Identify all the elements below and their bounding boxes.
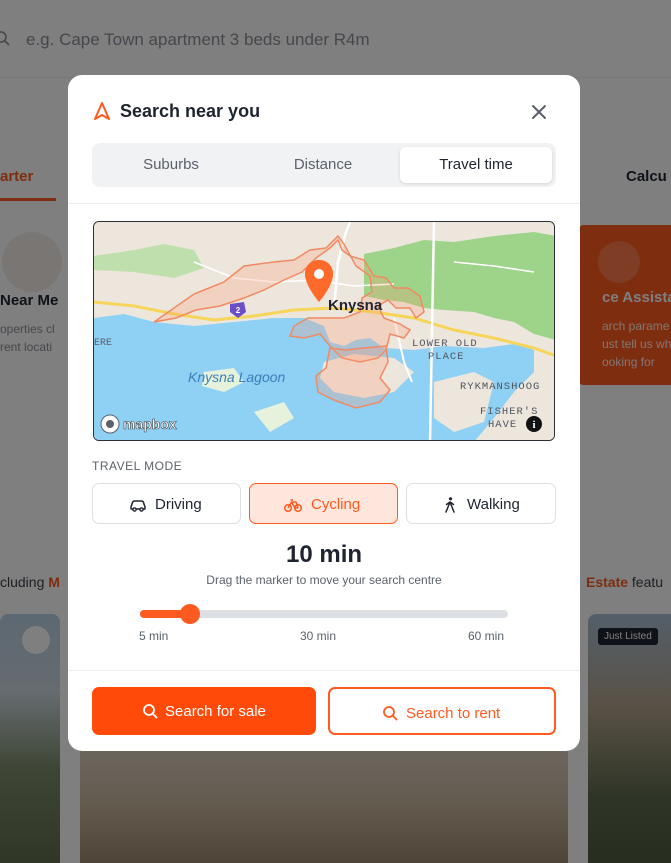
travel-mode-driving[interactable]: Driving xyxy=(92,483,241,524)
map-label-fragment: ERE xyxy=(94,338,112,349)
map-label-fishers-haven: FISHER'S xyxy=(480,406,538,418)
travel-mode-walking[interactable]: Walking xyxy=(406,483,556,524)
info-icon-glyph: i xyxy=(532,419,535,431)
search-for-sale-button[interactable]: Search for sale xyxy=(92,687,316,735)
search-type-tabs: Suburbs Distance Travel time xyxy=(92,143,556,187)
map-label-lower-old-place: LOWER OLD xyxy=(412,338,478,350)
drag-hint: Drag the marker to move your search cent… xyxy=(206,573,442,587)
map-label-lower-old-place: PLACE xyxy=(428,351,465,363)
info-icon[interactable]: i xyxy=(526,416,542,432)
slider-max-label: 60 min xyxy=(468,629,505,643)
tab-distance[interactable]: Distance xyxy=(248,147,398,183)
walking-icon xyxy=(445,497,455,513)
travel-mode-cycling[interactable]: Cycling xyxy=(249,483,398,524)
search-icon xyxy=(383,706,398,721)
slider-thumb[interactable] xyxy=(179,604,200,624)
map-label-rykmanshoog: RYKMANSHOOG xyxy=(460,381,540,393)
driving-label: Driving xyxy=(155,496,202,513)
map-label-fishers-haven: HAVE xyxy=(488,419,517,431)
search-for-sale-label: Search for sale xyxy=(165,703,266,720)
map-label-lagoon: Knysna Lagoon xyxy=(188,369,286,385)
bicycle-icon xyxy=(284,499,302,513)
tab-travel-time[interactable]: Travel time xyxy=(400,147,552,183)
car-icon xyxy=(130,500,146,512)
travel-time-slider[interactable] xyxy=(140,604,508,624)
modal-title: Search near you xyxy=(120,101,261,121)
search-to-rent-label: Search to rent xyxy=(406,705,501,722)
map[interactable]: 2 Knysna Knysna Lagoon ERE LOWER OLD PLA… xyxy=(93,221,555,441)
map-label-town: Knysna xyxy=(328,297,383,314)
slider-min-label: 5 min xyxy=(139,629,169,643)
close-icon[interactable] xyxy=(528,101,550,123)
slider-mid-label: 30 min xyxy=(300,629,337,643)
walking-label: Walking xyxy=(467,496,520,513)
route-shield-label: 2 xyxy=(236,306,241,315)
tab-suburbs[interactable]: Suburbs xyxy=(96,147,246,183)
travel-mode-label: TRAVEL MODE xyxy=(92,459,183,473)
map-canvas[interactable]: 2 Knysna Knysna Lagoon ERE LOWER OLD PLA… xyxy=(94,222,555,441)
mapbox-logo-text: mapbox xyxy=(123,416,177,432)
navigation-arrow-icon xyxy=(94,102,110,120)
mapbox-logo[interactable]: mapbox xyxy=(100,414,177,434)
modal-header: Search near you Suburbs Distance Travel … xyxy=(68,75,580,205)
search-icon xyxy=(143,704,158,719)
header-divider xyxy=(68,203,580,204)
search-near-you-modal: Search near you Suburbs Distance Travel … xyxy=(68,75,580,751)
search-to-rent-button[interactable]: Search to rent xyxy=(328,687,556,735)
cycling-label: Cycling xyxy=(311,496,361,513)
travel-time-value: 10 min xyxy=(285,541,363,568)
footer-divider xyxy=(68,670,580,671)
